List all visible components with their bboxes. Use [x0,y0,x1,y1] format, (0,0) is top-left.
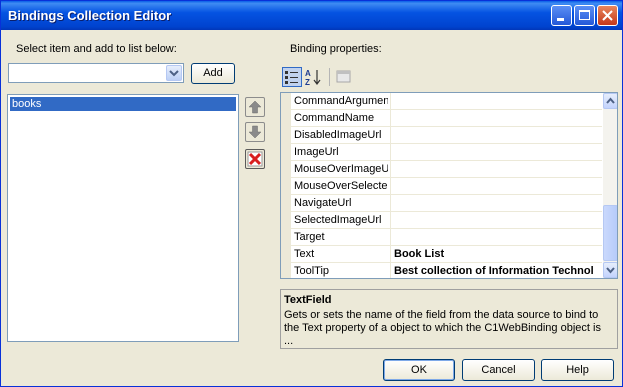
property-row[interactable]: DisabledImageUrl [291,127,602,144]
scroll-up-arrow-icon [606,97,615,104]
row-divider [390,144,391,161]
property-name: Text [294,248,315,260]
scroll-thumb[interactable] [603,205,617,261]
delete-button[interactable] [245,149,265,169]
description-title: TextField [284,294,332,306]
binding-properties-label: Binding properties: [290,43,382,55]
property-name: CommandName [294,112,375,124]
property-grid[interactable]: CommandArgument CommandName DisabledImag… [280,92,618,279]
delete-icon [247,151,263,167]
close-icon [602,10,613,21]
alphabetical-icon: A Z [305,69,321,87]
row-divider [390,110,391,127]
property-name: SelectedImageUrl [294,214,382,226]
property-name: DisabledImageUrl [294,129,382,141]
grid-margin [281,93,291,278]
minimize-icon [557,18,564,21]
add-button[interactable]: Add [191,63,235,84]
property-row[interactable]: MouseOverSelectec [291,178,602,195]
property-row[interactable]: SelectedImageUrl [291,212,602,229]
dropdown-arrow-icon [169,70,179,77]
property-row[interactable]: CommandArgument [291,93,602,110]
help-button-label: Help [566,364,589,376]
alphabetical-button[interactable]: A Z [304,67,324,87]
help-button[interactable]: Help [541,359,614,381]
property-row[interactable]: CommandName [291,110,602,127]
scroll-down-arrow-icon [606,267,615,274]
property-name: ToolTip [294,265,330,277]
property-pages-icon [336,70,351,83]
svg-text:A: A [305,69,311,78]
maximize-icon [579,10,590,20]
description-text: Gets or sets the name of the field from … [284,309,601,347]
ok-button-label: OK [411,364,427,376]
categorized-icon [285,71,298,84]
property-name: MouseOverImageUr [294,163,388,175]
close-button[interactable] [597,5,618,26]
description-panel: TextField Gets or sets the name of the f… [280,289,618,349]
property-value[interactable]: Book List [394,248,602,260]
minimize-button[interactable] [551,5,572,26]
bindings-list[interactable]: books [7,94,239,342]
property-value[interactable]: Best collection of Information Technol [394,265,602,277]
row-divider [390,246,391,263]
row-divider [390,263,391,278]
ok-button[interactable]: OK [383,359,455,381]
list-item[interactable]: books [10,97,236,111]
row-divider [390,127,391,144]
scroll-up-button[interactable] [603,93,617,109]
row-divider [390,178,391,195]
property-name: NavigateUrl [294,197,352,209]
property-row[interactable]: NavigateUrl [291,195,602,212]
cancel-button-label: Cancel [481,364,516,376]
window-title: Bindings Collection Editor [8,8,172,23]
add-button-label: Add [203,67,223,79]
categorized-button[interactable] [282,67,302,87]
move-down-icon [248,125,262,139]
cancel-button[interactable]: Cancel [462,359,535,381]
scroll-down-button[interactable] [603,262,617,278]
item-combobox[interactable] [8,63,184,83]
maximize-button[interactable] [574,5,595,26]
property-pages-button[interactable] [334,67,354,87]
property-name: Target [294,231,325,243]
property-name: ImageUrl [294,146,339,158]
property-row[interactable]: MouseOverImageUr [291,161,602,178]
row-divider [390,212,391,229]
move-down-button[interactable] [245,122,265,142]
property-row[interactable]: ImageUrl [291,144,602,161]
property-row[interactable]: Target [291,229,602,246]
property-toolbar: A Z [280,64,618,89]
svg-text:Z: Z [305,78,310,87]
property-grid-scrollbar[interactable] [603,93,617,278]
row-divider [390,229,391,246]
dialog-window: Bindings Collection Editor Select item a… [0,0,623,387]
title-bar: Bindings Collection Editor [1,1,622,30]
row-divider [390,195,391,212]
move-up-icon [248,100,262,114]
property-row[interactable]: ToolTip Best collection of Information Te… [291,263,602,278]
row-divider [390,161,391,178]
move-up-button[interactable] [245,97,265,117]
combo-dropdown-button[interactable] [166,65,182,81]
toolbar-separator [329,68,330,86]
property-name: MouseOverSelectec [294,180,388,192]
property-name: CommandArgument [294,95,388,107]
row-divider [390,93,391,110]
select-item-label: Select item and add to list below: [16,43,177,55]
property-row[interactable]: Text Book List [291,246,602,263]
